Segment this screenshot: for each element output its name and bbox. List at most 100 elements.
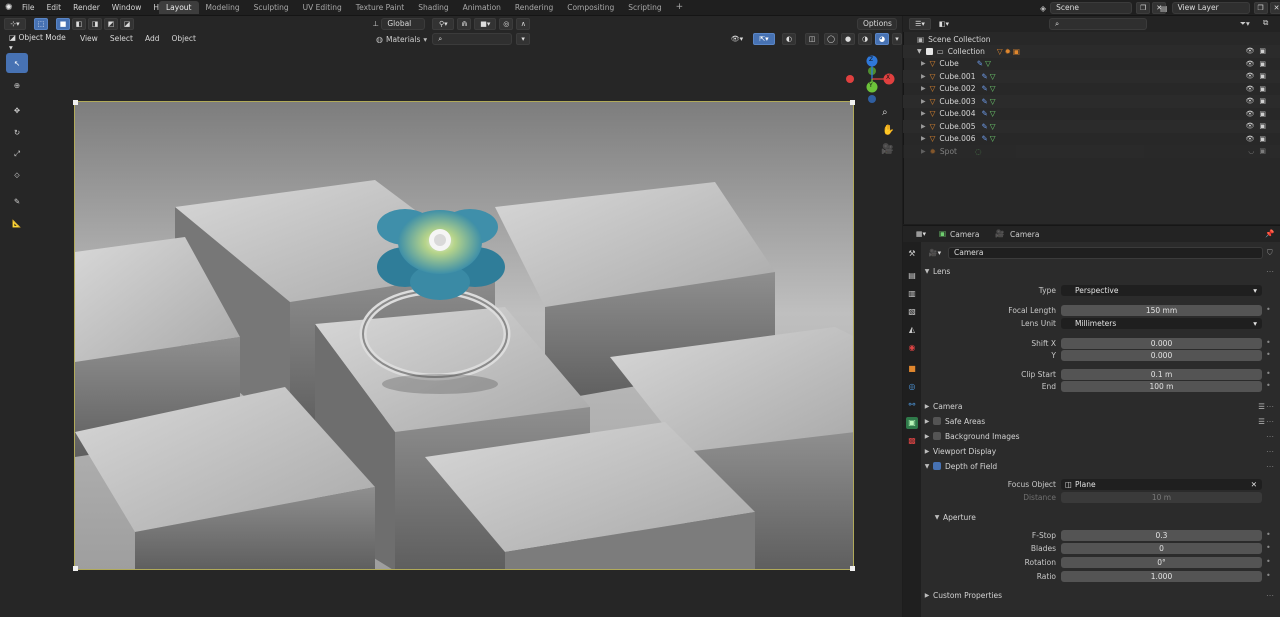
select-tool-icon[interactable]: ↖	[6, 53, 28, 73]
options-dropdown[interactable]: Options	[857, 18, 897, 30]
cursor-tool-icon[interactable]: ⊕	[6, 75, 28, 95]
keyframe-dot-icon[interactable]: •	[1266, 369, 1271, 378]
menu-view[interactable]: View	[74, 33, 104, 45]
transform-tool-icon[interactable]: ⟐	[6, 166, 28, 186]
background-images-section-header[interactable]: ▶ Background Images ⋯	[921, 429, 1277, 443]
tree-row-object[interactable]: ▶ ▽ Cube.001 ✎ ▽ 👁 ▣	[903, 70, 1280, 83]
eye-icon[interactable]: 👁	[1245, 47, 1254, 55]
focus-object-field[interactable]: ◫ Plane ✕	[1061, 479, 1262, 490]
gizmo-toggle-icon[interactable]: ⇱▾	[753, 33, 775, 45]
tree-row-object[interactable]: ▶ ▽ Cube.002 ✎ ▽ 👁 ▣	[903, 83, 1280, 96]
select-mode-invert-icon[interactable]: ◩	[104, 18, 118, 30]
tree-row-object[interactable]: ▶ ✹ Spot ◌ ◡ ▣	[903, 145, 1280, 158]
drag-handle-icon[interactable]: ⋯	[1266, 267, 1274, 276]
editor-type-icon[interactable]: ⊹▾	[4, 18, 26, 30]
expand-arrow-icon[interactable]: ▶	[921, 85, 926, 92]
aperture-section-header[interactable]: ▼ Aperture	[931, 510, 1277, 524]
camera-render-icon[interactable]: ▣	[1259, 72, 1266, 80]
preset-list-icon[interactable]: ☰	[1258, 417, 1265, 426]
background-images-checkbox[interactable]	[933, 432, 941, 440]
tab-texture-paint[interactable]: Texture Paint	[349, 1, 411, 14]
viewport-display-section-header[interactable]: ▶ Viewport Display ⋯	[921, 444, 1277, 458]
fstop-field[interactable]: 0.3	[1061, 530, 1262, 541]
select-mode-subtract-icon[interactable]: ◨	[88, 18, 102, 30]
tab-uv-editing[interactable]: UV Editing	[296, 1, 349, 14]
camera-render-icon[interactable]: ▣	[1259, 97, 1266, 105]
scene-tab-icon[interactable]: ◭	[906, 324, 918, 336]
eye-icon[interactable]: 👁	[1245, 122, 1254, 130]
select-mode-extend-icon[interactable]: ◧	[72, 18, 86, 30]
expand-arrow-icon[interactable]: ▶	[921, 110, 926, 117]
drag-handle-icon[interactable]: ⋯	[1266, 447, 1274, 456]
rotate-tool-icon[interactable]: ↻	[6, 122, 28, 142]
scale-tool-icon[interactable]: ⤢	[6, 144, 28, 164]
tree-row-object[interactable]: ▶ ▽ Cube.005 ✎ ▽ 👁 ▣	[903, 120, 1280, 133]
fake-user-shield-icon[interactable]: ⛉	[1267, 248, 1273, 258]
zoom-icon[interactable]: ⌕	[882, 107, 888, 118]
keyframe-dot-icon[interactable]: •	[1266, 557, 1271, 566]
new-collection-icon[interactable]: ⧉	[1263, 18, 1268, 28]
render-tab-icon[interactable]: ▤	[906, 270, 918, 282]
expand-arrow-icon[interactable]: ▼	[917, 48, 922, 55]
blender-logo-icon[interactable]: ✺	[5, 3, 13, 13]
shading-rendered-icon[interactable]: ◕	[875, 33, 889, 45]
texture-tab-icon[interactable]: ▩	[906, 435, 918, 447]
editor-type-icon[interactable]: ▦▾	[911, 228, 931, 240]
shading-materials-dropdown[interactable]: Materials	[386, 35, 420, 44]
lens-unit-dropdown[interactable]: Millimeters ▾	[1061, 318, 1262, 329]
ratio-field[interactable]: 1.000	[1061, 571, 1262, 582]
outliner-search-input[interactable]: ⌕	[1049, 18, 1147, 30]
expand-arrow-icon[interactable]: ▶	[921, 123, 926, 130]
drag-handle-icon[interactable]: ⋯	[1266, 462, 1274, 471]
chevron-down-icon[interactable]: ▾	[892, 33, 902, 45]
new-scene-icon[interactable]: ❐	[1136, 2, 1151, 14]
eye-icon[interactable]: 👁	[1245, 97, 1254, 105]
editor-type-icon[interactable]: ☰▾	[909, 18, 931, 30]
tab-shading[interactable]: Shading	[411, 1, 455, 14]
select-mode-intersect-icon[interactable]: ◪	[120, 18, 134, 30]
expand-arrow-icon[interactable]: ▶	[921, 98, 926, 105]
menu-add[interactable]: Add	[139, 33, 166, 45]
clear-x-icon[interactable]: ✕	[1251, 479, 1257, 490]
keyframe-dot-icon[interactable]: •	[1266, 305, 1271, 314]
lens-type-dropdown[interactable]: Perspective ▾	[1061, 285, 1262, 296]
keyframe-dot-icon[interactable]: •	[1266, 543, 1271, 552]
shading-solid-icon[interactable]: ●	[841, 33, 855, 45]
constraints-tab-icon[interactable]: ⚯	[906, 399, 918, 411]
checkbox-icon[interactable]	[925, 47, 933, 55]
keyframe-dot-icon[interactable]: •	[1266, 338, 1271, 347]
expand-arrow-icon[interactable]: ▶	[921, 73, 926, 80]
rotation-field[interactable]: 0°	[1061, 557, 1262, 568]
eye-icon[interactable]: 👁	[1245, 72, 1254, 80]
eye-icon[interactable]: 👁	[1245, 85, 1254, 93]
eye-closed-icon[interactable]: ◡	[1248, 147, 1254, 155]
lens-section-header[interactable]: ▼ Lens ⋯	[921, 264, 1277, 278]
pivot-point-icon[interactable]: ⚲▾	[432, 18, 455, 30]
camera-datablock-name-input[interactable]: Camera	[948, 247, 1263, 259]
camera-render-icon[interactable]: ▣	[1259, 147, 1266, 155]
pan-hand-icon[interactable]: ✋	[882, 125, 894, 136]
preset-list-icon[interactable]: ☰	[1258, 402, 1265, 411]
camera-render-icon[interactable]: ▣	[1259, 122, 1266, 130]
view-layer-selector[interactable]: View Layer	[1171, 2, 1250, 14]
annotate-tool-icon[interactable]: ✎	[6, 191, 28, 211]
physics-tab-icon[interactable]: ◎	[906, 381, 918, 393]
proportional-edit-icon[interactable]: ◎	[499, 18, 514, 30]
menu-edit[interactable]: Edit	[41, 0, 68, 16]
menu-file[interactable]: File	[16, 0, 41, 16]
pin-icon[interactable]: 📌	[1265, 229, 1274, 238]
tree-row-object[interactable]: ▶ ▽ Cube.006 ✎ ▽ 👁 ▣	[903, 133, 1280, 146]
keyframe-dot-icon[interactable]: •	[1266, 530, 1271, 539]
menu-object[interactable]: Object	[165, 33, 201, 45]
falloff-icon[interactable]: ∧	[516, 18, 531, 30]
breadcrumb-object[interactable]: Camera	[950, 230, 979, 239]
shift-y-field[interactable]: 0.000	[1061, 350, 1262, 361]
dof-checkbox[interactable]	[933, 462, 941, 470]
tree-row-collection[interactable]: ▼ ▭ Collection ▽ ✹ ▣ 👁 ▣	[903, 45, 1280, 58]
tree-row-scene-collection[interactable]: ▣ Scene Collection	[903, 33, 1280, 46]
dof-section-header[interactable]: ▼ Depth of Field ⋯	[921, 459, 1277, 473]
camera-view-icon[interactable]: 🎥	[881, 144, 893, 155]
expand-arrow-icon[interactable]: ▶	[921, 148, 926, 155]
camera-data-icon[interactable]: 🎥▾	[926, 247, 944, 259]
keyframe-dot-icon[interactable]: •	[1266, 571, 1271, 580]
